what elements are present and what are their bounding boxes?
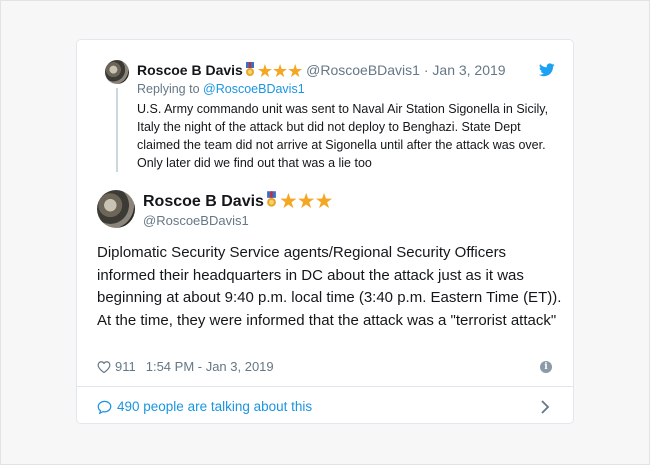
like-count[interactable]: 911 [115, 359, 136, 374]
rating-stars: ★★★ [279, 191, 333, 213]
parent-avatar[interactable] [105, 60, 129, 84]
heart-icon[interactable] [97, 360, 111, 374]
main-author-name[interactable]: Roscoe B Davis [143, 193, 264, 210]
embedded-tweet-card[interactable]: Roscoe B Davis ★★★ @RoscoeBDavis1 · Jan 3… [76, 39, 574, 424]
comment-bubble-icon [97, 400, 112, 414]
info-icon[interactable]: i [540, 361, 552, 373]
parent-tweet-text: U.S. Army commando unit was sent to Nava… [137, 102, 549, 170]
twitter-bird-icon[interactable] [539, 63, 555, 77]
star-icon: ★ [271, 61, 288, 81]
parent-author-name[interactable]: Roscoe B Davis [137, 62, 243, 78]
star-icon: ★ [287, 61, 303, 81]
tweet-timestamp[interactable]: 1:54 PM - Jan 3, 2019 [146, 359, 274, 374]
main-author-handle[interactable]: @RoscoeBDavis1 [143, 213, 249, 228]
rating-stars: ★★★ [256, 61, 303, 81]
thread-line [116, 88, 118, 172]
medal-icon [266, 191, 277, 213]
medal-icon [245, 62, 255, 80]
meta-separator: · [423, 62, 429, 78]
conversation-link[interactable]: 490 people are talking about this [97, 399, 312, 414]
star-icon: ★ [278, 190, 298, 213]
star-icon: ★ [296, 190, 316, 213]
divider [77, 386, 573, 387]
main-author-row: Roscoe B Davis ★★★ [143, 191, 333, 213]
main-avatar[interactable] [97, 190, 135, 228]
talking-label[interactable]: 490 people are talking about this [117, 399, 312, 414]
parent-tweet-date[interactable]: Jan 3, 2019 [432, 62, 505, 78]
replying-handle[interactable]: @RoscoeBDavis1 [203, 82, 305, 96]
tweet-meta: 911 1:54 PM - Jan 3, 2019 [97, 359, 274, 374]
star-icon: ★ [314, 190, 334, 213]
parent-author-handle[interactable]: @RoscoeBDavis1 [306, 62, 420, 78]
chevron-right-icon[interactable] [540, 400, 550, 414]
replying-label: Replying to [137, 82, 200, 96]
main-tweet-text: Diplomatic Security Service agents/Regio… [97, 244, 562, 329]
replying-to: Replying to @RoscoeBDavis1 [137, 82, 305, 96]
star-icon: ★ [256, 61, 273, 81]
parent-tweet-header: Roscoe B Davis ★★★ @RoscoeBDavis1 · Jan 3… [137, 62, 506, 80]
